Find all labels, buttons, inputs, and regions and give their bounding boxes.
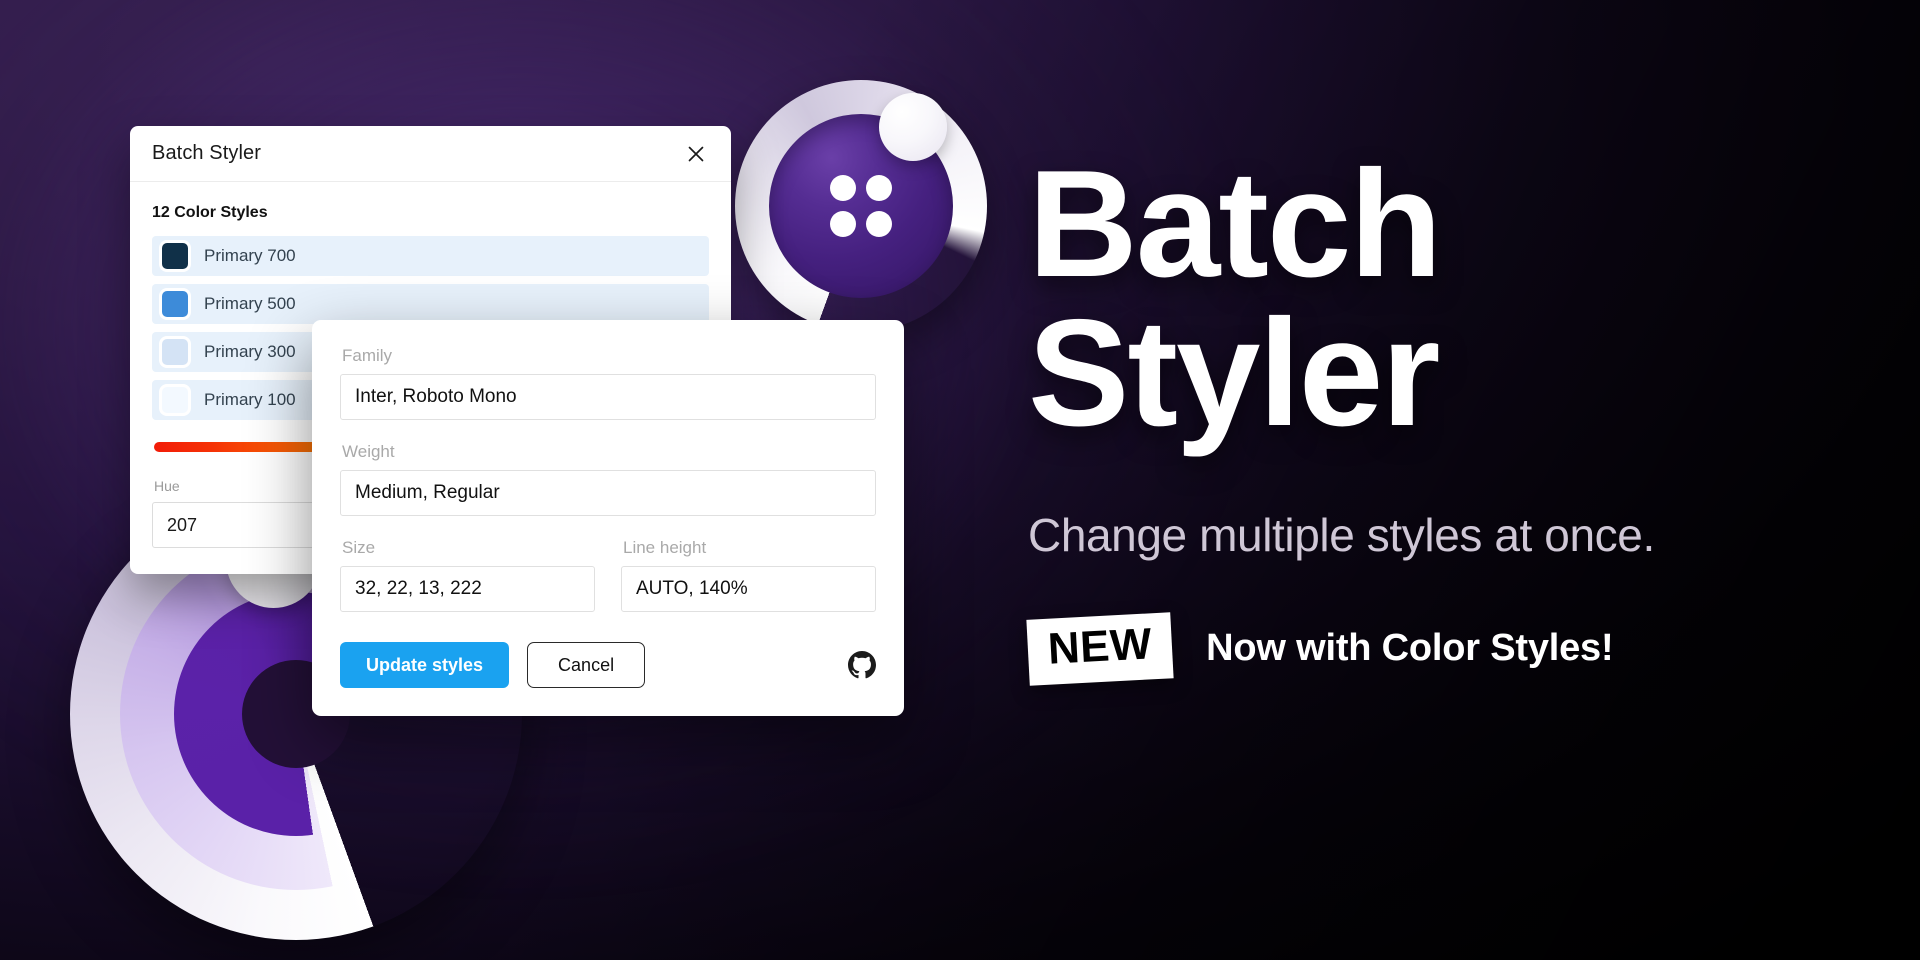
hero-title-line-2: Styler	[1028, 287, 1440, 458]
list-item-label: Primary 700	[204, 246, 296, 265]
line-height-input[interactable]: AUTO, 140%	[621, 566, 876, 612]
weight-label: Weight	[342, 442, 395, 461]
update-styles-button[interactable]: Update styles	[340, 642, 510, 688]
plugin-title: Batch Styler	[152, 142, 262, 164]
line-height-label: Line height	[623, 538, 707, 557]
four-dots-icon	[829, 174, 892, 237]
close-icon[interactable]	[683, 141, 709, 167]
color-swatch	[162, 243, 188, 269]
github-icon[interactable]	[848, 651, 876, 679]
list-item-label: Primary 500	[204, 294, 296, 313]
plugin-titlebar: Batch Styler	[130, 126, 731, 182]
dot-top-right	[865, 174, 892, 201]
color-swatch	[162, 291, 188, 317]
decorative-logo-small	[735, 80, 987, 332]
dot-bottom-left	[829, 210, 856, 237]
list-item[interactable]: Primary 700	[152, 236, 709, 276]
badge-caption: Now with Color Styles!	[1206, 627, 1614, 670]
hero-subtitle: Change multiple styles at once.	[1028, 508, 1655, 561]
weight-input[interactable]: Medium, Regular	[340, 470, 876, 516]
color-swatch	[162, 387, 188, 413]
cancel-button[interactable]: Cancel	[527, 642, 646, 688]
dot-bottom-right	[865, 210, 892, 237]
logo-ring-cap	[878, 92, 947, 161]
text-styles-dialog: Family Inter, Roboto Mono Weight Medium,…	[312, 320, 904, 716]
size-label: Size	[342, 538, 376, 557]
list-item-label: Primary 100	[204, 390, 296, 409]
hero-title-line-1: Batch	[1028, 139, 1442, 309]
hero-title: Batch Styler	[1028, 148, 1868, 449]
hero-badge-row: NEW Now with Color Styles!	[1026, 612, 1868, 686]
hero-section: Batch Styler Change multiple styles at o…	[1026, 148, 1868, 686]
color-swatch	[162, 339, 188, 365]
family-input[interactable]: Inter, Roboto Mono	[340, 374, 876, 420]
new-badge: NEW	[1026, 612, 1174, 686]
promo-banner: Batch Styler 12 Color Styles Primary 700…	[0, 0, 1920, 960]
list-item[interactable]: Primary 500	[152, 284, 709, 324]
list-item-label: Primary 300	[204, 342, 296, 361]
family-label: Family	[342, 346, 393, 365]
dot-top-left	[829, 174, 856, 201]
dialog-actions: Update styles Cancel	[340, 642, 876, 688]
size-input[interactable]: 32, 22, 13, 222	[340, 566, 595, 612]
color-styles-heading: 12 Color Styles	[152, 204, 268, 221]
